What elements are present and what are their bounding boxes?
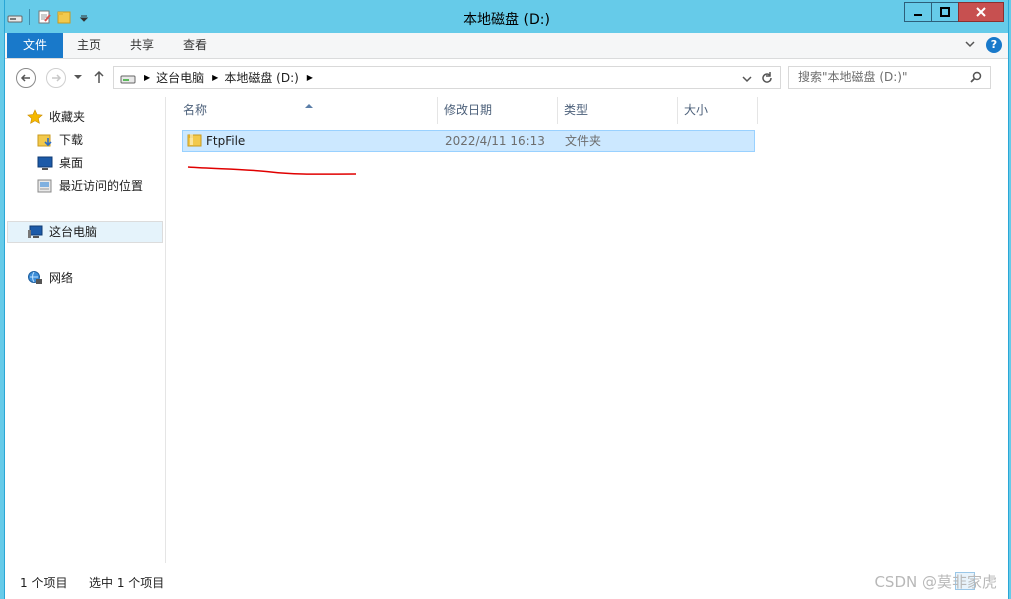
column-header-type[interactable]: 类型 <box>558 97 678 124</box>
file-name: FtpFile <box>206 134 246 148</box>
column-header-label: 修改日期 <box>444 103 493 117</box>
ribbon-controls: ? <box>964 37 1002 53</box>
search-icon[interactable] <box>970 71 982 86</box>
nav-item-label: 桌面 <box>59 156 84 170</box>
nav-favorites[interactable]: 收藏夹 <box>27 107 85 127</box>
breadcrumb-separator-icon[interactable]: ▶ <box>307 73 313 82</box>
table-row[interactable]: FtpFile 2022/4/11 16:13 文件夹 <box>182 130 755 152</box>
file-type: 文件夹 <box>565 134 602 148</box>
recent-locations-dropdown-icon[interactable] <box>73 71 83 85</box>
network-icon <box>27 270 43 286</box>
column-header-date[interactable]: 修改日期 <box>438 97 558 124</box>
breadcrumb-separator-icon[interactable]: ▶ <box>144 73 150 82</box>
nav-network-label: 网络 <box>49 271 74 285</box>
nav-item-label: 最近访问的位置 <box>59 179 144 193</box>
file-modified: 2022/4/11 16:13 <box>445 134 545 148</box>
refresh-icon[interactable] <box>760 71 774 88</box>
watermark: CSDN @莫非家虎 <box>874 573 997 591</box>
breadcrumb-local-disk[interactable]: 本地磁盘 (D:) <box>224 69 298 86</box>
item-count: 1 个项目 <box>20 576 68 590</box>
help-icon[interactable]: ? <box>986 37 1002 53</box>
tab-home[interactable]: 主页 <box>63 33 115 58</box>
minimize-button[interactable] <box>904 2 932 22</box>
nav-item-label: 下载 <box>59 133 84 147</box>
nav-this-pc[interactable]: 这台电脑 <box>27 222 97 242</box>
address-row: ▶ 这台电脑 ▶ 本地磁盘 (D:) ▶ 搜索"本地磁盘 (D:)" <box>5 59 1008 97</box>
nav-item-recent[interactable]: 最近访问的位置 <box>37 176 143 196</box>
navigation-pane: 收藏夹 下载 桌面 最近访问的位置 这台电脑 网络 <box>5 97 166 563</box>
close-button[interactable] <box>958 2 1004 22</box>
star-icon <box>27 109 43 125</box>
window-controls <box>904 2 1004 22</box>
search-input[interactable]: 搜索"本地磁盘 (D:)" <box>788 66 991 89</box>
address-dropdown-icon[interactable] <box>742 73 752 87</box>
red-underline-annotation <box>187 166 357 175</box>
expand-ribbon-icon[interactable] <box>964 38 976 53</box>
nav-favorites-label: 收藏夹 <box>49 110 86 124</box>
downloads-folder-icon <box>37 132 53 148</box>
column-header-label: 名称 <box>183 103 208 117</box>
tab-file[interactable]: 文件 <box>7 33 63 58</box>
column-header-label: 大小 <box>684 103 709 117</box>
explorer-window: 本地磁盘 (D:) 文件 主页 共享 查看 ? ▶ 这台电脑 ▶ 本地磁盘 (D… <box>4 0 1009 599</box>
folder-icon <box>187 132 203 152</box>
nav-this-pc-label: 这台电脑 <box>49 225 98 239</box>
address-bar[interactable]: ▶ 这台电脑 ▶ 本地磁盘 (D:) ▶ <box>113 66 781 89</box>
tab-share[interactable]: 共享 <box>116 33 168 58</box>
column-header-label: 类型 <box>564 103 589 117</box>
ribbon-tabs: 文件 主页 共享 查看 ? <box>5 33 1008 59</box>
back-button[interactable] <box>16 68 36 88</box>
file-list: 名称 修改日期 类型 大小 FtpFile 2022/4/11 16:13 文件… <box>166 97 1008 563</box>
title-bar: 本地磁盘 (D:) <box>5 0 1008 33</box>
column-header-size[interactable]: 大小 <box>678 97 758 124</box>
breadcrumb-this-pc[interactable]: 这台电脑 <box>156 69 204 86</box>
nav-item-downloads[interactable]: 下载 <box>37 130 83 150</box>
recent-places-icon <box>37 178 53 194</box>
selected-count: 选中 1 个项目 <box>89 576 165 590</box>
drive-icon <box>120 71 136 85</box>
tab-view[interactable]: 查看 <box>169 33 221 58</box>
computer-icon <box>27 224 43 240</box>
nav-item-desktop[interactable]: 桌面 <box>37 153 83 173</box>
forward-button[interactable] <box>46 68 66 88</box>
sort-ascending-icon <box>305 97 313 111</box>
status-bar: 1 个项目 选中 1 个项目 <box>5 563 1008 599</box>
desktop-icon <box>37 155 53 171</box>
breadcrumb-separator-icon[interactable]: ▶ <box>212 73 218 82</box>
up-arrow-icon[interactable] <box>93 70 105 87</box>
maximize-button[interactable] <box>931 2 959 22</box>
nav-network[interactable]: 网络 <box>27 268 73 288</box>
window-title: 本地磁盘 (D:) <box>463 12 550 28</box>
